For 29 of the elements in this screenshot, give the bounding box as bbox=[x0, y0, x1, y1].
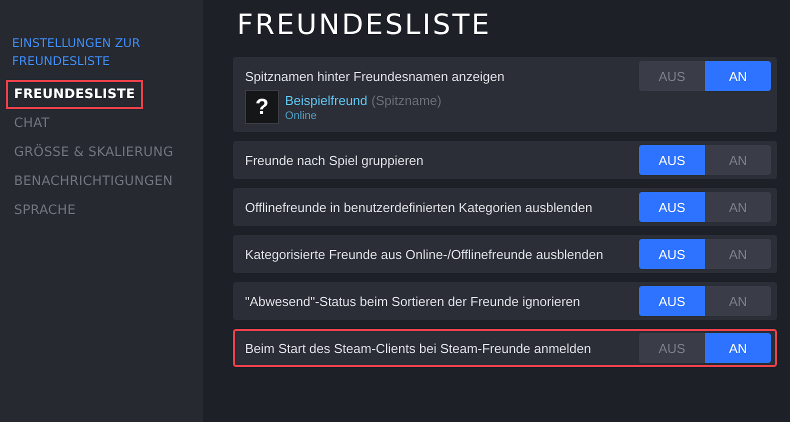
question-mark-icon: ? bbox=[245, 90, 279, 124]
page-title: FREUNDESLISTE bbox=[237, 7, 492, 43]
off-toggle-button[interactable]: AUS bbox=[639, 333, 705, 363]
setting-label: Beim Start des Steam-Clients bei Steam-Freunde anmelden bbox=[245, 340, 592, 356]
setting-label: Spitznamen hinter Freundesnamen anzeigen bbox=[245, 68, 504, 84]
on-toggle-button[interactable]: AN bbox=[705, 286, 771, 316]
off-toggle-button[interactable]: AUS bbox=[639, 192, 705, 222]
on-toggle-button[interactable]: AN bbox=[705, 61, 771, 91]
setting-label: Offlinefreunde in benutzerdefinierten Kategorien ausblenden bbox=[245, 199, 592, 215]
off-toggle-button[interactable]: AUS bbox=[639, 239, 705, 269]
sidebar-item[interactable]: BENACHRICHTIGUNGEN bbox=[6, 167, 181, 196]
sidebar-item[interactable]: CHAT bbox=[6, 109, 58, 138]
off-toggle-button[interactable]: AUS bbox=[639, 61, 705, 91]
off-toggle-button[interactable]: AUS bbox=[639, 286, 705, 316]
off-toggle-button[interactable]: AUS bbox=[639, 145, 705, 175]
on-toggle-button[interactable]: AN bbox=[705, 239, 771, 269]
friend-nickname: (Spitzname) bbox=[371, 93, 442, 108]
setting-label: "Abwesend"-Status beim Sortieren der Freunde ignorieren bbox=[245, 293, 580, 309]
on-toggle-button[interactable]: AN bbox=[705, 333, 771, 363]
setting-label: Freunde nach Spiel gruppieren bbox=[245, 152, 424, 168]
friend-name: Beispielfreund bbox=[285, 93, 368, 108]
sidebar-item[interactable]: GRÖSSE & SKALIERUNG bbox=[6, 138, 182, 167]
on-toggle-button[interactable]: AN bbox=[705, 192, 771, 222]
friend-status: Online bbox=[285, 110, 318, 122]
setting-label: Kategorisierte Freunde aus Online-/Offlinefreunde ausblenden bbox=[245, 246, 604, 262]
sidebar-item[interactable]: SPRACHE bbox=[6, 196, 84, 225]
sidebar-heading: EINSTELLUNGEN ZUR FREUNDESLISTE bbox=[12, 35, 142, 70]
on-toggle-button[interactable]: AN bbox=[705, 145, 771, 175]
sidebar-item[interactable]: FREUNDESLISTE bbox=[6, 80, 144, 109]
